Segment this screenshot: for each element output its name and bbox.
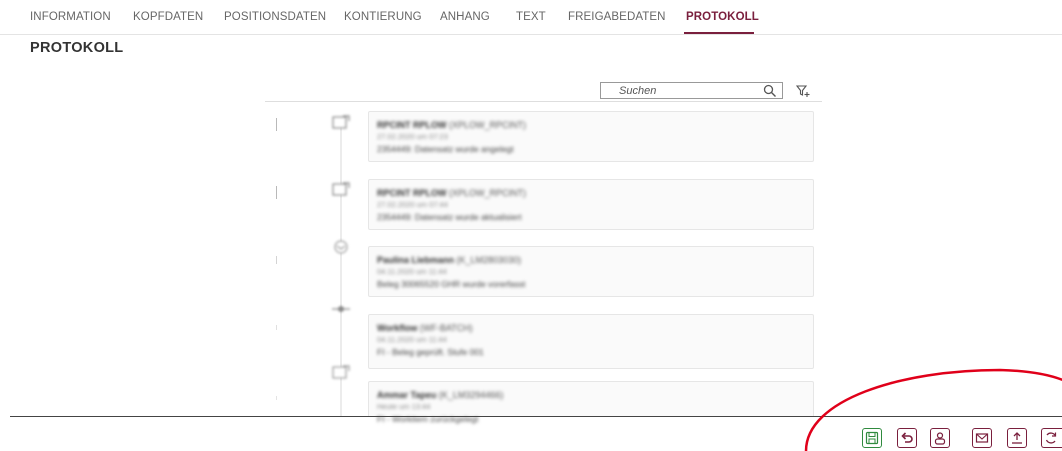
- search-input[interactable]: [619, 83, 759, 98]
- protocol-panel-divider: [265, 101, 822, 102]
- entry-author: RPCINT RPLOW (XPLOW_RPCINT): [377, 120, 527, 130]
- entry-message: 2354449: Datensatz wurde angelegt: [377, 144, 514, 154]
- refresh-button[interactable]: [1041, 428, 1062, 448]
- protocol-entry[interactable]: RPCINT RPLOW (XPLOW_RPCINT) 27.02.2020 u…: [368, 111, 814, 162]
- mail-button[interactable]: [972, 428, 992, 448]
- tab-anhang[interactable]: ANHANG: [440, 11, 490, 23]
- row-marker: [276, 118, 277, 131]
- mail-icon: [975, 433, 989, 443]
- tab-kopfdaten[interactable]: KOPFDATEN: [133, 11, 203, 23]
- entry-message: Beleg 30065520 GHR wurde vorerfasst: [377, 279, 526, 289]
- tab-kontierung[interactable]: KONTIERUNG: [344, 11, 422, 23]
- entry-author: Workflow (WF-BATCH): [377, 323, 473, 333]
- save-icon: [865, 431, 879, 445]
- row-marker: [276, 186, 277, 199]
- document-edit-icon: [332, 115, 350, 129]
- undo-icon: [901, 432, 913, 443]
- mail-icon: [334, 240, 348, 254]
- workflow-icon: [332, 306, 350, 312]
- refresh-icon: [1045, 432, 1057, 444]
- entry-date: 04.11.2020 um 11:44: [377, 335, 447, 344]
- entry-date: 27.02.2020 um 07:23: [377, 132, 448, 141]
- entry-author: RPCINT RPLOW (XPLOW_RPCINT): [377, 188, 527, 198]
- document-edit-icon: [332, 365, 350, 379]
- save-button[interactable]: [862, 428, 882, 448]
- row-marker: [276, 325, 277, 330]
- protocol-entry[interactable]: Ammar Tapeu (K_LM3294466) Heute um 13:44…: [368, 381, 814, 424]
- entry-date: 27.02.2020 um 07:44: [377, 200, 448, 209]
- active-tab-indicator: [684, 32, 754, 34]
- tab-information[interactable]: INFORMATION: [30, 11, 111, 23]
- protocol-entry[interactable]: Paulina Liebmann (K_LM2803030) 04.11.202…: [368, 246, 814, 297]
- entry-author: Ammar Tapeu (K_LM3294466): [377, 390, 504, 400]
- entry-date: Heute um 13:44: [377, 402, 431, 411]
- search-field[interactable]: [600, 82, 783, 99]
- protocol-entry[interactable]: Workflow (WF-BATCH) 04.11.2020 um 11:44 …: [368, 314, 814, 369]
- tab-bar: INFORMATION KOPFDATEN POSITIONSDATEN KON…: [0, 0, 1062, 35]
- row-marker: [276, 256, 277, 264]
- tab-freigabedaten[interactable]: FREIGABEDATEN: [568, 11, 666, 23]
- undo-button[interactable]: [897, 428, 917, 448]
- entry-author: Paulina Liebmann (K_LM2803030): [377, 255, 522, 265]
- row-marker: [276, 396, 277, 400]
- protocol-entry[interactable]: RPCINT RPLOW (XPLOW_RPCINT) 27.02.2020 u…: [368, 179, 814, 230]
- tab-text[interactable]: TEXT: [516, 11, 546, 23]
- page-title: PROTOKOLL: [30, 40, 124, 56]
- search-icon[interactable]: [763, 84, 777, 98]
- entry-message: 2354449: Datensatz wurde aktualisiert: [377, 212, 522, 222]
- entry-date: 04.11.2020 um 11:44: [377, 267, 447, 276]
- tab-protokoll[interactable]: PROTOKOLL: [686, 11, 759, 23]
- user-icon: [934, 432, 946, 445]
- tab-positionsdaten[interactable]: POSITIONSDATEN: [224, 11, 326, 23]
- upload-icon: [1012, 432, 1022, 444]
- user-button[interactable]: [930, 428, 950, 448]
- footer-divider: [10, 416, 1062, 417]
- entry-message: FI - Beleg geprüft. Stufe 001: [377, 347, 484, 357]
- filter-add-icon[interactable]: [796, 84, 810, 98]
- document-edit-icon: [332, 182, 350, 196]
- upload-button[interactable]: [1007, 428, 1027, 448]
